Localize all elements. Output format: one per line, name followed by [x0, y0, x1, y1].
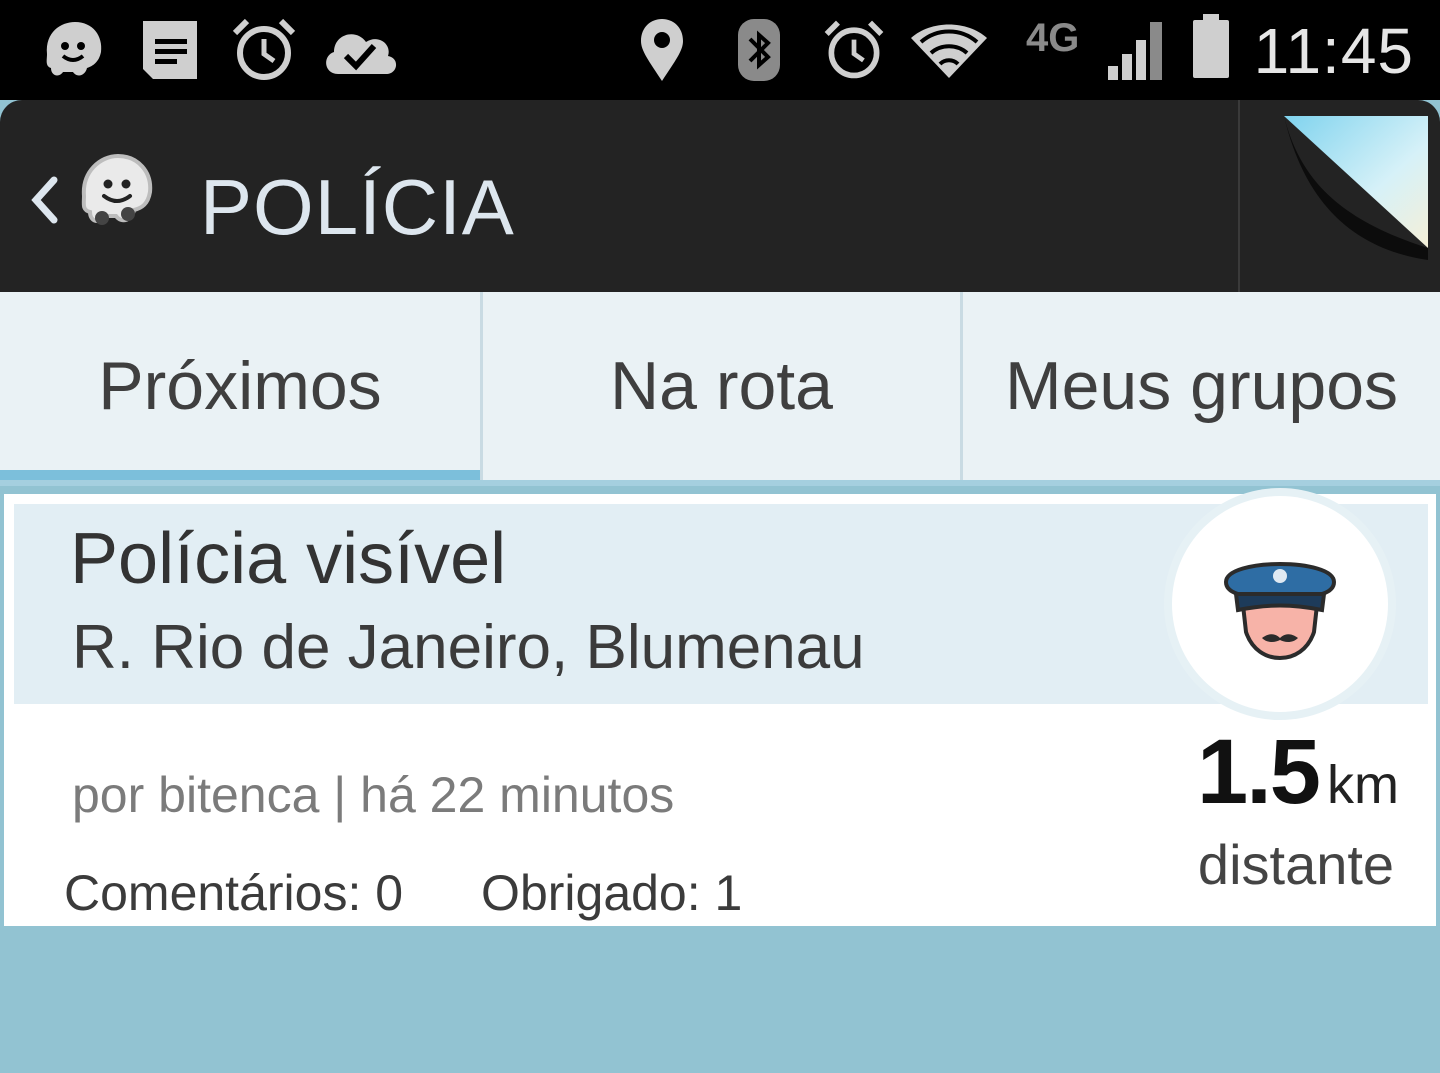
police-officer-icon: [1222, 552, 1338, 665]
tab-label: Próximos: [98, 348, 382, 424]
distance-unit: km: [1326, 755, 1399, 815]
signal-icon: [1102, 16, 1172, 80]
tab-na-rota[interactable]: Na rota: [480, 292, 960, 480]
network-type-label: 4G: [1026, 16, 1080, 60]
wifi-icon: [908, 18, 990, 82]
police-icon-badge: [1172, 496, 1388, 712]
distance-display: 1.5 km: [1188, 720, 1408, 825]
thanks-count[interactable]: Obrigado: 1: [481, 865, 742, 921]
tab-meus-grupos[interactable]: Meus grupos: [960, 292, 1440, 480]
alert-address: R. Rio de Janeiro, Blumenau: [72, 613, 865, 682]
status-bar: 4G 11:45: [0, 0, 1440, 100]
tab-label: Na rota: [610, 348, 833, 424]
tab-bar-border: [0, 480, 1440, 486]
comments-count[interactable]: Comentários: 0: [64, 865, 403, 921]
chevron-left-icon: [26, 170, 66, 235]
distance-value: 1.5: [1197, 721, 1321, 823]
waze-notification-icon: [36, 18, 108, 82]
waze-logo-icon[interactable]: [72, 150, 156, 234]
alarm-icon: [820, 18, 888, 82]
location-pin-icon: [636, 18, 688, 82]
alarm-icon: [228, 18, 300, 82]
page-curl-icon: [1240, 100, 1440, 297]
tab-label: Meus grupos: [1004, 348, 1399, 424]
tab-bar: Próximos Na rota Meus grupos: [0, 292, 1440, 480]
alert-reporter: por bitenca | há 22 minutos: [72, 767, 675, 823]
distance-label: distante: [1197, 833, 1395, 896]
notes-icon: [140, 18, 202, 82]
tab-proximos[interactable]: Próximos: [0, 292, 480, 480]
action-bar: POLÍCIA: [0, 100, 1440, 292]
clock: 11:45: [1253, 15, 1414, 87]
page-curl-button[interactable]: [1240, 100, 1440, 292]
bluetooth-icon: [734, 18, 784, 82]
page-title: POLÍCIA: [200, 163, 515, 251]
alert-title: Polícia visível: [70, 519, 507, 599]
alert-counts: Comentários: 0 Obrigado: 1: [64, 864, 742, 922]
cloud-done-icon: [320, 18, 400, 82]
battery-icon: [1188, 14, 1234, 78]
